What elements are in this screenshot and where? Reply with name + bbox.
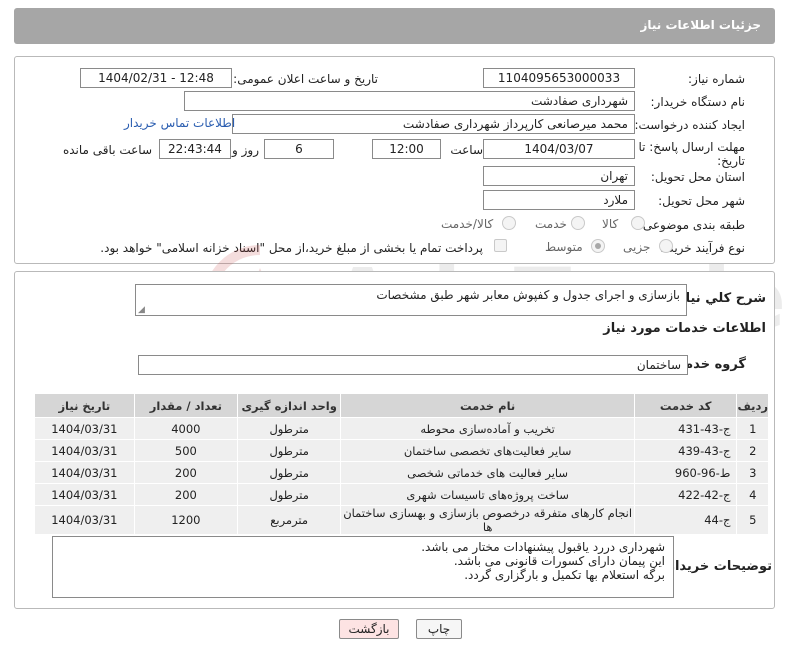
col-quantity: تعداد / مقدار [133,393,239,418]
table-header-row: ردیف کد خدمت نام خدمت واحد اندازه گیری ت… [34,393,769,418]
category-radio-service[interactable] [571,216,585,230]
table-row[interactable]: 1 ج-43-431 تخریب و آماده‌سازی محوطه مترط… [34,417,769,440]
service-code: ج-42-422 [633,483,738,506]
quantity: 200 [133,461,239,484]
page-header: جزئیات اطلاعات نیاز [14,8,775,44]
need-date: 1404/03/31 [34,505,135,535]
need-date: 1404/03/31 [34,461,135,484]
process-option-minor: جزیی [623,240,651,254]
need-number-label: شماره نیاز: [688,72,745,86]
buyer-org-label: نام دستگاه خریدار: [650,95,746,109]
table-row[interactable]: 3 ط-96-960 سایر فعالیت های خدماتی شخصی م… [34,461,769,484]
days-label: روز و [232,143,259,157]
page-title: جزئیات اطلاعات نیاز [640,18,761,32]
unit: مترمربع [236,505,342,535]
service-code: ج-44 [633,505,738,535]
deadline-label-date: تاریخ: [717,154,745,168]
service-name: سایر فعالیت های خدماتی شخصی [340,461,635,484]
print-button[interactable]: چاپ [416,619,462,639]
category-option-goods: کالا [602,217,619,231]
remaining-time-field[interactable]: 22:43:44 [159,139,231,159]
services-section-title: اطلاعات خدمات مورد نیاز [603,321,766,336]
deadline-date-field[interactable]: 1404/03/07 [483,139,635,159]
process-radio-minor[interactable] [659,239,673,253]
unit: مترطول [236,439,342,462]
city-label: شهر محل تحویل: [658,194,745,208]
buyer-notes-label: توضیحات خریدار: [662,559,772,574]
need-number-field[interactable]: 1104095653000033 [483,68,635,88]
col-service-code: کد خدمت [633,393,738,418]
buyer-note-line: برگه استعلام بها تکمیل و بارگزاری گردد. [464,568,665,582]
deadline-time-field[interactable]: 12:00 [372,139,441,159]
summary-textarea[interactable]: بازسازی و اجرای جدول و کفپوش معابر شهر ط… [135,284,687,316]
remaining-time-label: ساعت باقی مانده [62,143,152,157]
row-number: 2 [736,439,769,462]
treasury-payment-checkbox[interactable] [494,239,507,252]
service-code: ج-43-431 [633,417,738,440]
days-field[interactable]: 6 [264,139,334,159]
category-option-goods-service: کالا/خدمت [441,217,494,231]
col-need-date: تاریخ نیاز [34,393,135,418]
buyer-note-line: این پیمان دارای کسورات قانونی می باشد. [453,554,665,568]
quantity: 200 [133,483,239,506]
buyer-notes-textarea[interactable]: شهرداری دررد یاقبول پیشنهادات مختار می ب… [52,536,674,598]
service-name: تخریب و آماده‌سازی محوطه [340,417,635,440]
table-row[interactable]: 2 ج-43-439 سایر فعالیت‌های تخصصی ساختمان… [34,439,769,462]
unit: مترطول [236,483,342,506]
creator-label: ایجاد کننده درخواست: [634,118,745,132]
service-name: انجام کارهای متفرقه درخصوص بازسازی و بهس… [340,505,635,535]
services-table: ردیف کد خدمت نام خدمت واحد اندازه گیری ت… [34,393,769,535]
deadline-label: مهلت ارسال پاسخ: تا [638,140,745,154]
row-number: 1 [736,417,769,440]
service-code: ج-43-439 [633,439,738,462]
category-radio-goods[interactable] [631,216,645,230]
row-number: 3 [736,461,769,484]
category-radio-goods-service[interactable] [502,216,516,230]
province-label: استان محل تحویل: [650,170,745,184]
quantity: 4000 [133,417,239,440]
quantity: 1200 [133,505,239,535]
row-number: 5 [736,505,769,535]
province-field[interactable]: تهران [483,166,635,186]
category-option-service: خدمت [535,217,567,231]
col-unit: واحد اندازه گیری [236,393,342,418]
announce-date-label: تاریخ و ساعت اعلان عمومی: [233,72,378,86]
service-code: ط-96-960 [633,461,738,484]
unit: مترطول [236,417,342,440]
process-option-medium: متوسط [545,240,583,254]
need-date: 1404/03/31 [34,439,135,462]
buyer-org-field[interactable]: شهرداری صفادشت [184,91,635,111]
deadline-time-label: ساعت [450,143,483,157]
row-number: 4 [736,483,769,506]
unit: مترطول [236,461,342,484]
back-button[interactable]: بازگشت [339,619,399,639]
category-label: طبقه بندی موضوعی: [638,218,745,232]
treasury-payment-note: پرداخت تمام یا بخشی از مبلغ خرید،از محل … [100,241,483,255]
creator-field[interactable]: محمد میرصانعی کارپرداز شهرداری صفادشت [232,114,635,134]
process-radio-medium[interactable] [591,239,605,253]
summary-resize-handle[interactable]: ◢ [138,305,145,315]
quantity: 500 [133,439,239,462]
city-field[interactable]: ملارد [483,190,635,210]
service-name: ساخت پروژه‌های تاسیسات شهری [340,483,635,506]
buyer-contact-link[interactable]: اطلاعات تماس خریدار [124,116,235,130]
service-name: سایر فعالیت‌های تخصصی ساختمان [340,439,635,462]
table-row[interactable]: 4 ج-42-422 ساخت پروژه‌های تاسیسات شهری م… [34,483,769,506]
need-date: 1404/03/31 [34,483,135,506]
process-type-label: نوع فرآیند خرید : [660,241,745,255]
service-group-field[interactable]: ساختمان [138,355,688,375]
need-date: 1404/03/31 [34,417,135,440]
table-row[interactable]: 5 ج-44 انجام کارهای متفرقه درخصوص بازساز… [34,505,769,535]
col-service-name: نام خدمت [340,393,635,418]
col-row-number: ردیف [736,393,769,418]
announce-date-field[interactable]: 1404/02/31 - 12:48 [80,68,232,88]
buyer-note-line: شهرداری دررد یاقبول پیشنهادات مختار می ب… [421,540,665,554]
